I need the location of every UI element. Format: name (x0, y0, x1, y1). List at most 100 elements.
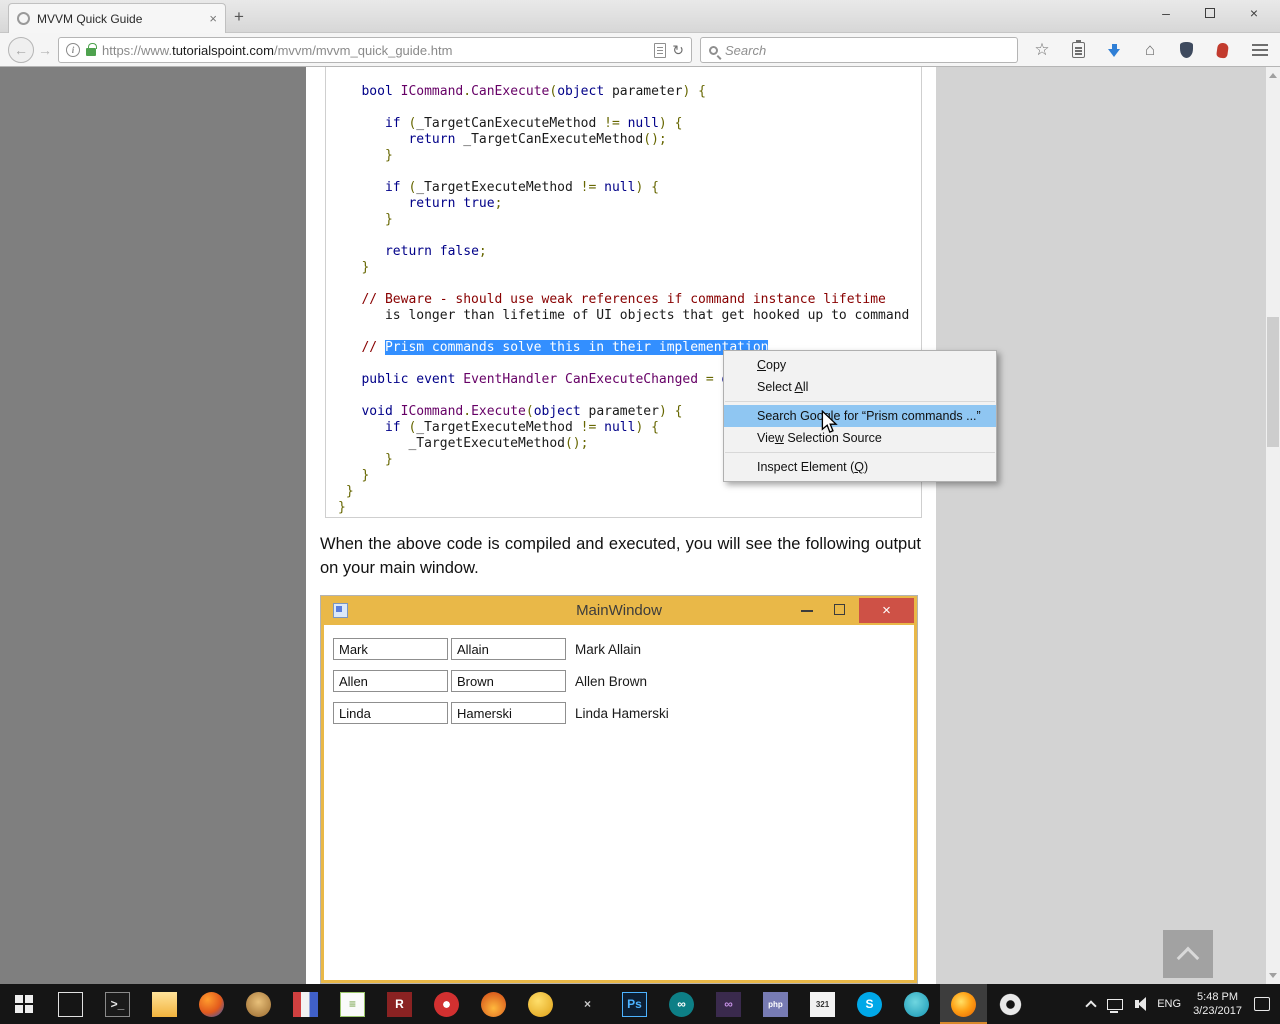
code-token: return (384, 244, 432, 259)
vertical-scrollbar[interactable] (1266, 67, 1280, 984)
menu-button[interactable] (1246, 37, 1274, 63)
app-icon-3[interactable] (282, 984, 329, 1024)
article-paragraph: When the above code is compiled and exec… (320, 535, 921, 577)
app-icon-4[interactable]: ≡ (329, 984, 376, 1024)
mainwindow-minimize-icon (801, 610, 813, 612)
app-icon-1[interactable] (188, 984, 235, 1024)
forward-button[interactable]: → (38, 42, 52, 58)
code-token: ICommand (400, 84, 464, 99)
scroll-to-top-button[interactable] (1163, 930, 1213, 978)
first-name-input[interactable] (333, 670, 448, 692)
downloads-icon[interactable] (1100, 37, 1128, 63)
first-name-input[interactable] (333, 638, 448, 660)
scrollbar-up-arrow-icon[interactable] (1269, 73, 1277, 78)
app-icon-10[interactable]: S (846, 984, 893, 1024)
settings-gear-icon[interactable] (987, 984, 1034, 1024)
bookmark-star-icon[interactable]: ☆ (1028, 37, 1056, 63)
visual-studio-icon[interactable]: ∞ (705, 984, 752, 1024)
refresh-icon[interactable]: ↻ (672, 42, 684, 59)
mainwindow-titlebar: MainWindow × (321, 596, 917, 625)
url-path: /mvvm/mvvm_quick_guide.htm (273, 42, 453, 58)
star-glyph: ☆ (1034, 40, 1050, 59)
url-text: https://www.tutorialspoint.com/mvvm/mvvm… (102, 43, 452, 58)
code-token: _TargetCanExecuteMethod (455, 132, 644, 147)
code-token: _TargetExecuteMethod (416, 180, 581, 195)
code-token: ) { (635, 420, 659, 435)
code-token: ( (525, 404, 534, 419)
window-maximize-button[interactable] (1190, 0, 1230, 26)
code-token: true (463, 196, 495, 211)
reading-list-icon[interactable] (1064, 37, 1092, 63)
tab-mvvm-quick-guide[interactable]: MVVM Quick Guide × (8, 3, 226, 33)
app-icon-r[interactable]: R (376, 984, 423, 1024)
url-bar[interactable]: i https://www.tutorialspoint.com/mvvm/mv… (58, 37, 692, 63)
app-icon-2[interactable] (235, 984, 282, 1024)
desktop: bool ICommand.CanExecute(object paramete… (0, 0, 1280, 1024)
back-button[interactable]: ← (8, 37, 34, 63)
search-input[interactable] (725, 42, 1009, 58)
language-indicator[interactable]: ENG (1157, 998, 1181, 1010)
app-icon-6[interactable] (470, 984, 517, 1024)
code-token: . (463, 84, 472, 99)
context-menu-item[interactable]: Inspect Element (Q) (724, 456, 996, 478)
shield-extension-icon[interactable] (1172, 37, 1200, 63)
app-icon-tools[interactable]: × (564, 984, 611, 1024)
tab-close-icon[interactable]: × (209, 12, 217, 25)
app-icon-7[interactable] (517, 984, 564, 1024)
file-explorer-icon[interactable] (141, 984, 188, 1024)
app-icon-r-glyph: R (387, 991, 412, 1017)
last-name-input[interactable] (451, 702, 566, 724)
scrollbar-down-arrow-icon[interactable] (1269, 973, 1277, 978)
window-minimize-button[interactable]: – (1146, 0, 1186, 26)
scrollbar-thumb[interactable] (1267, 317, 1279, 447)
code-line: } (338, 484, 921, 500)
action-center-icon[interactable] (1254, 997, 1270, 1011)
app-icon-4-glyph: ≡ (340, 991, 365, 1017)
new-tab-button[interactable]: + (234, 7, 244, 27)
firefox-icon[interactable] (940, 984, 987, 1024)
start-button[interactable] (0, 984, 47, 1024)
red-extension-icon[interactable] (1208, 37, 1236, 63)
window-close-button[interactable]: × (1234, 0, 1274, 26)
code-line: } (338, 260, 921, 276)
clipboard-glyph (1071, 40, 1085, 58)
app-icon-5[interactable] (423, 984, 470, 1024)
context-menu-item[interactable]: Select All (724, 376, 996, 398)
app-icon-11[interactable] (893, 984, 940, 1024)
clock[interactable]: 5:48 PM 3/23/2017 (1193, 990, 1242, 1018)
first-name-input[interactable] (333, 702, 448, 724)
tablet-mode-icon[interactable] (47, 984, 94, 1024)
search-bar[interactable] (700, 37, 1018, 63)
code-token: bool (338, 84, 393, 99)
context-menu: CopySelect All Search Google for “Prism c… (723, 350, 997, 482)
context-menu-item[interactable]: Copy (724, 354, 996, 376)
app-icon-9[interactable]: php (752, 984, 799, 1024)
app-icon-8[interactable]: ∞ (658, 984, 705, 1024)
code-token: object (533, 404, 581, 419)
volume-icon[interactable] (1135, 997, 1147, 1011)
info-icon[interactable]: i (66, 43, 80, 57)
network-icon[interactable] (1107, 998, 1124, 1013)
tablet-mode-icon-glyph (58, 991, 83, 1017)
last-name-input[interactable] (451, 638, 566, 660)
command-prompt-icon[interactable]: >_ (94, 984, 141, 1024)
last-name-input[interactable] (451, 670, 566, 692)
context-menu-item[interactable]: View Selection Source (724, 427, 996, 449)
reader-mode-icon[interactable] (654, 42, 667, 58)
menu-separator (725, 452, 995, 453)
lock-icon[interactable] (86, 43, 97, 56)
code-token: (); (564, 436, 589, 451)
context-menu-item[interactable]: Search Google for “Prism commands ...” (724, 405, 996, 427)
calculator-icon[interactable]: 321 (799, 984, 846, 1024)
hidden-icons-chevron-icon[interactable] (1085, 1000, 1097, 1012)
photoshop-icon[interactable]: Ps (611, 984, 658, 1024)
home-icon[interactable]: ⌂ (1136, 37, 1164, 63)
